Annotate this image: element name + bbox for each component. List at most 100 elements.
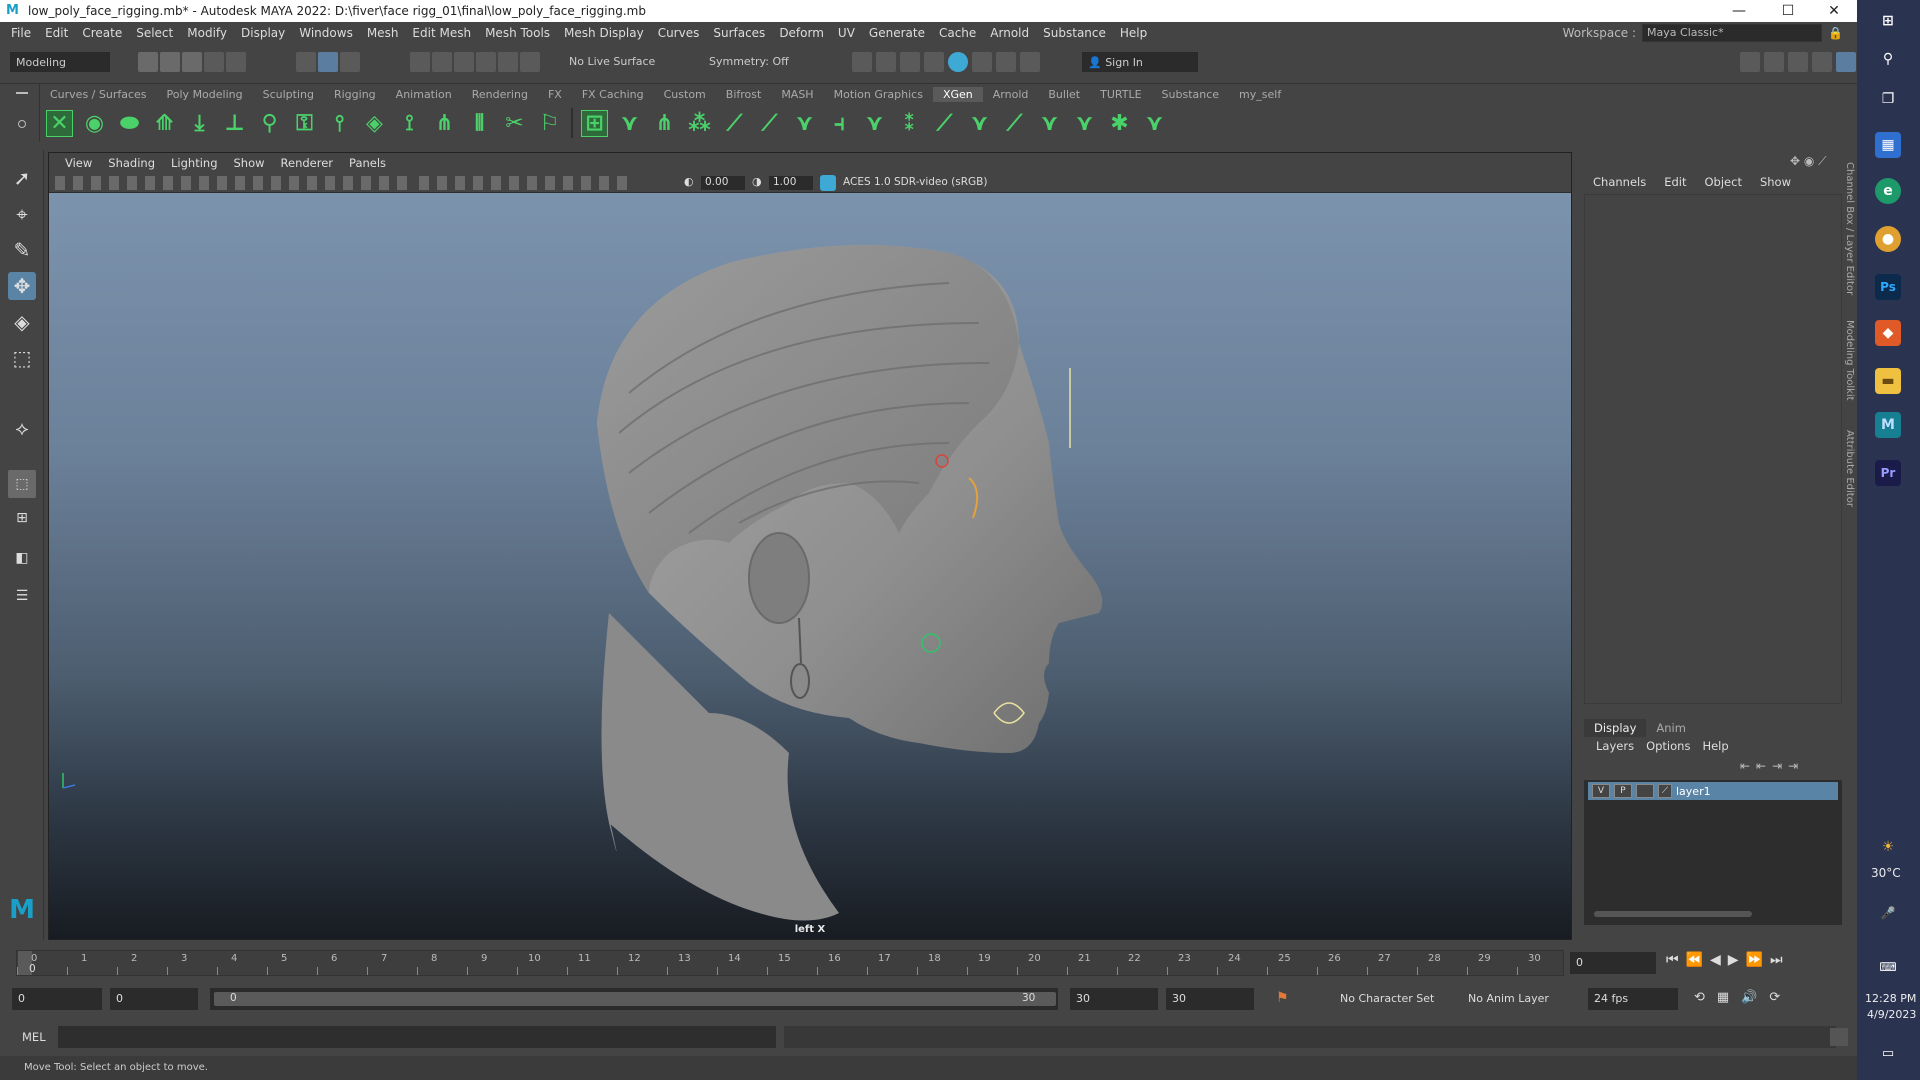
redo-icon[interactable] — [226, 52, 246, 72]
side-tab-modeling-toolkit[interactable]: Modeling Toolkit — [1844, 320, 1855, 401]
groom-convert-icon[interactable]: ⋎ — [1141, 110, 1168, 137]
shelf-tab-sculpting[interactable]: Sculpting — [253, 87, 324, 102]
notification-icon[interactable]: ▭ — [1875, 1040, 1901, 1066]
weather-icon[interactable]: ☀ — [1875, 834, 1901, 860]
shelf-tab-curves-surfaces[interactable]: Curves / Surfaces — [40, 87, 157, 102]
viewport-menu-lighting[interactable]: Lighting — [163, 156, 225, 170]
paint-select-tool-icon[interactable]: ✎ — [8, 236, 36, 264]
minimize-button[interactable]: — — [1716, 0, 1762, 22]
groom-clump-icon[interactable]: ⁑ — [896, 110, 923, 137]
select-tool-icon[interactable]: ➚ — [8, 164, 36, 192]
groom-twist-icon[interactable]: ⟋ — [1001, 110, 1028, 137]
playback-controls[interactable]: ⏮⏪◀▶⏩⏭ — [1666, 952, 1790, 968]
shelf-tab-substance[interactable]: Substance — [1152, 87, 1230, 102]
menu-substance[interactable]: Substance — [1036, 26, 1113, 40]
shelf-tab-bullet[interactable]: Bullet — [1038, 87, 1090, 102]
live-surface-label[interactable]: No Live Surface — [564, 52, 664, 72]
xgen-smooth-icon[interactable]: ⚐ — [536, 110, 563, 137]
layer-menu-help[interactable]: Help — [1696, 739, 1734, 753]
script-editor-icon[interactable] — [1830, 1028, 1848, 1046]
channel-box-body[interactable] — [1584, 194, 1842, 704]
xgen-guide-length-icon[interactable]: ⫯ — [326, 110, 353, 137]
persp-graph-layout-icon[interactable]: ◧ — [8, 544, 36, 572]
xgen-lock-guides-icon[interactable]: ⚿ — [291, 110, 318, 137]
menu-generate[interactable]: Generate — [862, 26, 932, 40]
xgen-create-description-icon[interactable]: ⬬ — [116, 110, 143, 137]
four-view-layout-icon[interactable]: ⊞ — [8, 504, 36, 532]
tray-icons[interactable]: 🎤 — [1875, 900, 1901, 926]
lasso-tool-icon[interactable]: ⌖ — [8, 200, 36, 228]
menu-edit-mesh[interactable]: Edit Mesh — [405, 26, 478, 40]
render-sequence-icon[interactable] — [876, 52, 896, 72]
channel-box-object[interactable]: Object — [1696, 175, 1751, 189]
gamma-icon[interactable]: ◑ — [752, 175, 762, 188]
maya-home-icon[interactable]: M — [8, 895, 36, 925]
layer-display-type[interactable] — [1636, 784, 1654, 798]
exposure-field[interactable]: 0.00 — [701, 176, 745, 190]
playback-end-field[interactable]: 30 — [1070, 988, 1158, 1010]
shelf-tab-arnold[interactable]: Arnold — [983, 87, 1039, 102]
snap-surface-icon[interactable] — [520, 52, 540, 72]
hypershade-icon[interactable] — [948, 52, 968, 72]
groom-scatter-icon[interactable]: ✱ — [1106, 110, 1133, 137]
keyboard-icon[interactable]: ⌨ — [1875, 954, 1901, 980]
shelf-menu-icon[interactable] — [16, 92, 28, 94]
select-hierarchy-icon[interactable] — [296, 52, 316, 72]
layer-color-swatch[interactable]: ⟋ — [1658, 784, 1672, 798]
close-button[interactable]: ✕ — [1811, 0, 1857, 22]
viewport-menu-shading[interactable]: Shading — [100, 156, 163, 170]
maya-taskbar-icon[interactable]: M — [1875, 412, 1901, 438]
shelf-settings-icon[interactable] — [18, 120, 26, 128]
arnold-render-icon[interactable] — [996, 52, 1016, 72]
shelf-tab-animation[interactable]: Animation — [386, 87, 462, 102]
lock-icon[interactable]: 🔒 — [1828, 26, 1843, 40]
xgen-bend-guides-icon[interactable]: ⋔ — [431, 110, 458, 137]
channel-box-show[interactable]: Show — [1751, 175, 1800, 189]
xgen-interactive-groom-icon[interactable]: ⊞ — [581, 109, 608, 137]
rotate-tool-icon[interactable]: ◈ — [8, 308, 36, 336]
xgen-cut-icon[interactable]: ✂ — [501, 110, 528, 137]
layer-tab-display[interactable]: Display — [1584, 719, 1647, 737]
menu-set-dropdown[interactable]: Modeling — [10, 52, 110, 72]
menu-surfaces[interactable]: Surfaces — [706, 26, 772, 40]
gamma-field[interactable]: 1.00 — [769, 176, 813, 190]
current-frame-field[interactable]: 0 — [1570, 952, 1656, 974]
groom-length-icon[interactable]: ⟋ — [721, 110, 748, 137]
show-manipulator-icon[interactable]: ⟡ — [8, 414, 36, 442]
auto-key-icon[interactable]: ⚑ — [1276, 990, 1289, 1006]
sign-in-dropdown[interactable]: 👤 Sign In — [1082, 52, 1198, 72]
scale-tool-icon[interactable]: ⬚ — [8, 344, 36, 372]
xgen-add-guide-icon[interactable]: ⤓ — [186, 110, 213, 137]
snap-point-icon[interactable] — [454, 52, 474, 72]
anim-start-field[interactable]: 0 — [110, 988, 198, 1010]
layer-scrollbar[interactable] — [1594, 911, 1752, 917]
snap-grid-icon[interactable] — [410, 52, 430, 72]
layer-playback-toggle[interactable]: P — [1614, 784, 1632, 798]
workspace-dropdown[interactable]: Maya Classic* — [1642, 24, 1823, 42]
layer-menu-options[interactable]: Options — [1640, 739, 1696, 753]
task-view-icon[interactable]: ❐ — [1875, 86, 1901, 112]
viewport-menu-renderer[interactable]: Renderer — [273, 156, 342, 170]
tool-settings-icon[interactable] — [1788, 52, 1808, 72]
menu-display[interactable]: Display — [234, 26, 292, 40]
range-slider[interactable]: 0 30 — [210, 988, 1058, 1010]
playback-options-icons[interactable]: ⟲▦🔊⟳ — [1694, 990, 1792, 1005]
layer-row[interactable]: V P ⟋ layer1 — [1588, 782, 1838, 800]
groom-grab-icon[interactable]: ⫞ — [826, 110, 853, 137]
shelf-tab-rigging[interactable]: Rigging — [324, 87, 386, 102]
color-space-dropdown[interactable]: ACES 1.0 SDR-video (sRGB) — [839, 176, 1039, 190]
groom-noise-icon[interactable]: ⋎ — [966, 110, 993, 137]
menu-uv[interactable]: UV — [831, 26, 862, 40]
groom-part-icon[interactable]: ⟋ — [931, 110, 958, 137]
color-management-icon[interactable] — [820, 175, 836, 191]
render-view-icon[interactable] — [972, 52, 992, 72]
ipr-render-icon[interactable] — [900, 52, 920, 72]
channel-box-tools-icon[interactable]: ✥ ◉ ⟋ — [1790, 154, 1827, 169]
new-scene-icon[interactable] — [138, 52, 158, 72]
viewport-menu-view[interactable]: View — [57, 156, 100, 170]
symmetry-dropdown[interactable]: Symmetry: Off — [704, 52, 804, 72]
channel-box-icon[interactable] — [1812, 52, 1832, 72]
xgen-select-guides-icon[interactable]: ⚲ — [256, 110, 283, 137]
viewport-menu-panels[interactable]: Panels — [341, 156, 394, 170]
groom-place-icon[interactable]: ⋔ — [651, 110, 678, 137]
